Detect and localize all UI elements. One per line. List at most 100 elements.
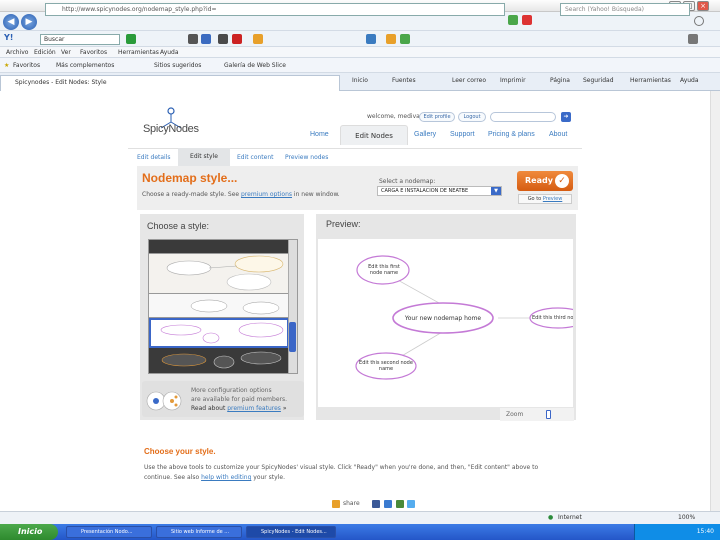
go-to-preview-button[interactable]: Go to Preview — [518, 194, 572, 204]
chevron-down-icon[interactable]: ▼ — [491, 187, 501, 195]
zoom-label: Zoom — [506, 411, 524, 418]
preview-canvas[interactable]: Edit this first node name Your new nodem… — [318, 239, 587, 407]
menu-help[interactable]: Ayuda — [160, 47, 179, 58]
zone-label: Internet — [558, 514, 582, 521]
subtab-preview-nodes[interactable]: Preview nodes — [285, 154, 328, 161]
cmd-page[interactable]: Página — [550, 77, 570, 84]
style-thumb-dark[interactable] — [149, 348, 289, 373]
help-line-2-post: your style. — [251, 474, 285, 481]
preview-node-bottom-label: Edit this second node name — [359, 360, 413, 372]
style-thumb-dark-top[interactable] — [149, 240, 289, 254]
fav-link-2[interactable]: Sitios sugeridos — [154, 58, 201, 73]
toolbar-search-icon[interactable] — [126, 34, 136, 44]
cmd-print[interactable]: Imprimir — [500, 77, 526, 84]
style-thumb-light[interactable] — [149, 294, 289, 318]
close-button[interactable]: × — [697, 1, 709, 11]
task-browser[interactable]: SpicyNodes - Edit Nodes... — [246, 526, 336, 538]
zoom-slider-handle[interactable] — [546, 410, 551, 419]
intro-text-pre: Choose a ready-made style. See — [142, 191, 241, 198]
menu-edit[interactable]: Edición — [34, 47, 56, 58]
task-word[interactable]: Sitio web Informe de ... — [156, 526, 242, 538]
search-input[interactable]: Search (Yahoo! Búsqueda) — [560, 3, 690, 16]
site-logo-text[interactable]: SpicyNodes — [143, 123, 199, 135]
preview-node-center-label: Your new nodemap home — [404, 315, 482, 322]
style-thumb-dark-art — [161, 351, 282, 369]
check-icon[interactable]: ✓ — [555, 174, 569, 188]
games-icon[interactable] — [218, 34, 228, 44]
tools-icon[interactable] — [688, 34, 698, 44]
window-icon[interactable] — [366, 34, 376, 44]
nav-edit-nodes[interactable]: Edit Nodes — [340, 125, 408, 145]
address-bar[interactable]: http://www.spicynodes.org/nodemap_style.… — [45, 3, 505, 16]
nodemap-select[interactable]: CARGA E INSTALACION DE NEATBE — [377, 186, 502, 196]
start-button[interactable]: Inicio — [0, 524, 58, 540]
style-list[interactable] — [148, 239, 298, 374]
back-button[interactable]: ◀ — [3, 14, 19, 30]
addon-icon[interactable] — [400, 34, 410, 44]
promo-line-2: are available for paid members. — [191, 396, 288, 403]
promo-line-1: More configuration options — [191, 387, 272, 394]
cmd-mail[interactable]: Leer correo — [452, 77, 486, 84]
cmd-tools[interactable]: Herramientas — [630, 77, 671, 84]
subtab-edit-content[interactable]: Edit content — [237, 154, 274, 161]
cmd-feeds[interactable]: Fuentes — [392, 77, 416, 84]
site-search-go-icon[interactable]: ➜ — [561, 112, 571, 122]
yahoo-toolbar-logo: Y! — [4, 33, 14, 42]
video-icon[interactable] — [232, 34, 242, 44]
twitter-icon[interactable] — [407, 500, 415, 508]
nav-support[interactable]: Support — [450, 131, 475, 138]
delicious-icon[interactable] — [396, 500, 404, 508]
logout-button[interactable]: Logout — [458, 112, 486, 122]
nav-gallery[interactable]: Gallery — [414, 131, 436, 138]
page-title: Nodemap style... — [142, 171, 238, 185]
browser-tab[interactable]: Spicynodes - Edit Nodes: Style — [0, 75, 340, 91]
share-link[interactable]: share — [343, 500, 360, 507]
star-icon[interactable] — [253, 34, 263, 44]
news-icon[interactable] — [201, 34, 211, 44]
myspace-icon[interactable] — [384, 500, 392, 508]
premium-options-link[interactable]: premium options — [241, 191, 292, 198]
fav-link-1[interactable]: Más complementos — [56, 58, 114, 73]
zoom-level[interactable]: 100% — [678, 512, 695, 524]
stop-icon[interactable] — [522, 15, 532, 25]
search-icon[interactable] — [694, 16, 704, 26]
style-list-scroll-thumb[interactable] — [289, 322, 296, 352]
edit-profile-button[interactable]: Edit profile — [419, 112, 455, 122]
favorites-button[interactable]: Favoritos — [13, 58, 40, 73]
cmd-help[interactable]: Ayuda — [680, 77, 699, 84]
page-scrollbar[interactable] — [710, 91, 720, 511]
refresh-icon[interactable] — [508, 15, 518, 25]
premium-features-link[interactable]: premium features — [227, 405, 281, 412]
cmd-security[interactable]: Seguridad — [583, 77, 614, 84]
nav-pricing[interactable]: Pricing & plans — [488, 131, 535, 138]
preview-link[interactable]: Preview — [543, 196, 562, 202]
choose-style-title: Choose a style: — [147, 221, 210, 231]
menu-view[interactable]: Ver — [61, 47, 71, 58]
task-presentation[interactable]: Presentación Nodo... — [66, 526, 152, 538]
forward-button[interactable]: ▶ — [21, 14, 37, 30]
toolbar-search-input[interactable]: Buscar — [40, 34, 120, 45]
style-thumb-classic-art — [166, 255, 284, 291]
mail-icon[interactable] — [188, 34, 198, 44]
zoom-bar: Zoom — [500, 408, 574, 421]
site-search-input[interactable] — [490, 112, 556, 122]
menu-tools[interactable]: Herramientas — [118, 47, 159, 58]
messenger-icon[interactable] — [386, 34, 396, 44]
subtab-edit-style[interactable]: Edit style — [178, 148, 230, 166]
menu-favorites[interactable]: Favoritos — [80, 47, 107, 58]
cmd-home[interactable]: Inicio — [352, 77, 368, 84]
fav-link-3[interactable]: Galería de Web Slice — [224, 58, 286, 73]
share-plus-icon[interactable] — [332, 500, 340, 508]
subtab-edit-details[interactable]: Edit details — [137, 154, 171, 161]
help-editing-link[interactable]: help with editing — [201, 474, 251, 481]
facebook-icon[interactable] — [372, 500, 380, 508]
style-thumb-classic[interactable] — [149, 254, 289, 294]
style-thumb-selected[interactable] — [149, 318, 289, 348]
nav-about[interactable]: About — [549, 131, 567, 138]
preview-node-top-label: Edit this first node name — [368, 264, 400, 276]
preview-node-right-label: Edit this third node name — [532, 315, 573, 321]
intro-text: Choose a ready-made style. See premium o… — [142, 191, 340, 198]
style-list-scrollbar[interactable] — [288, 240, 297, 373]
menu-file[interactable]: Archivo — [6, 47, 28, 58]
nav-home[interactable]: Home — [310, 131, 329, 138]
